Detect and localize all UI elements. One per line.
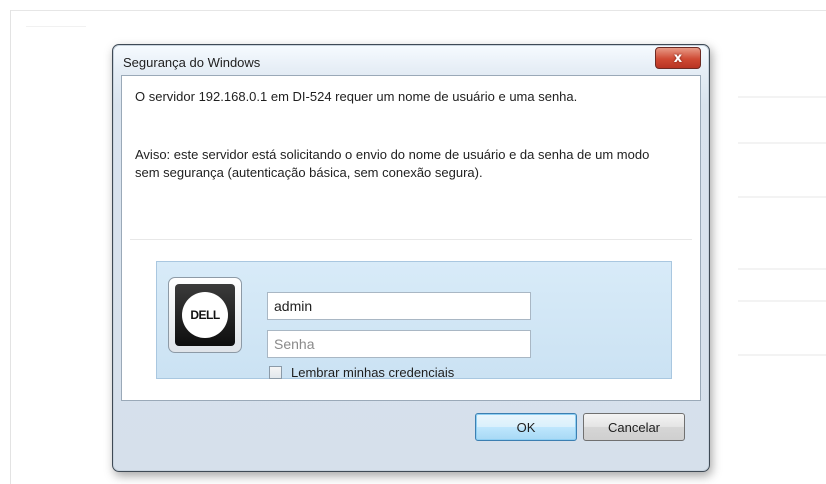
background-decoration bbox=[738, 300, 826, 302]
background-decoration bbox=[738, 142, 826, 144]
close-icon: x bbox=[673, 50, 683, 66]
credential-panel: DELL Lembrar minhas credenciais bbox=[156, 261, 672, 380]
dell-logo-tile: DELL bbox=[175, 284, 235, 346]
password-input[interactable] bbox=[267, 330, 531, 358]
remember-label: Lembrar minhas credenciais bbox=[291, 365, 455, 380]
background-decoration bbox=[738, 268, 826, 270]
dialog-title: Segurança do Windows bbox=[123, 55, 261, 70]
background-decoration bbox=[738, 196, 826, 198]
background-decoration bbox=[738, 354, 826, 356]
username-input[interactable] bbox=[267, 292, 531, 320]
background-decoration bbox=[738, 96, 826, 98]
avatar: DELL bbox=[168, 277, 242, 353]
background-page-border-top bbox=[10, 10, 826, 11]
server-message: O servidor 192.168.0.1 em DI-524 requer … bbox=[135, 89, 578, 104]
background-page-border-left bbox=[10, 10, 11, 484]
cancel-button[interactable]: Cancelar bbox=[583, 413, 685, 441]
dialog-content: O servidor 192.168.0.1 em DI-524 requer … bbox=[121, 75, 701, 401]
remember-checkbox[interactable] bbox=[269, 366, 282, 379]
windows-security-dialog: Segurança do Windows x O servidor 192.16… bbox=[112, 44, 710, 472]
remember-credentials-option[interactable]: Lembrar minhas credenciais bbox=[269, 365, 454, 380]
background-decoration bbox=[26, 26, 86, 27]
security-warning: Aviso: este servidor está solicitando o … bbox=[135, 147, 650, 180]
ok-button[interactable]: OK bbox=[475, 413, 577, 441]
dell-logo-icon: DELL bbox=[182, 292, 228, 338]
close-button[interactable]: x bbox=[655, 47, 701, 69]
divider bbox=[130, 239, 692, 240]
